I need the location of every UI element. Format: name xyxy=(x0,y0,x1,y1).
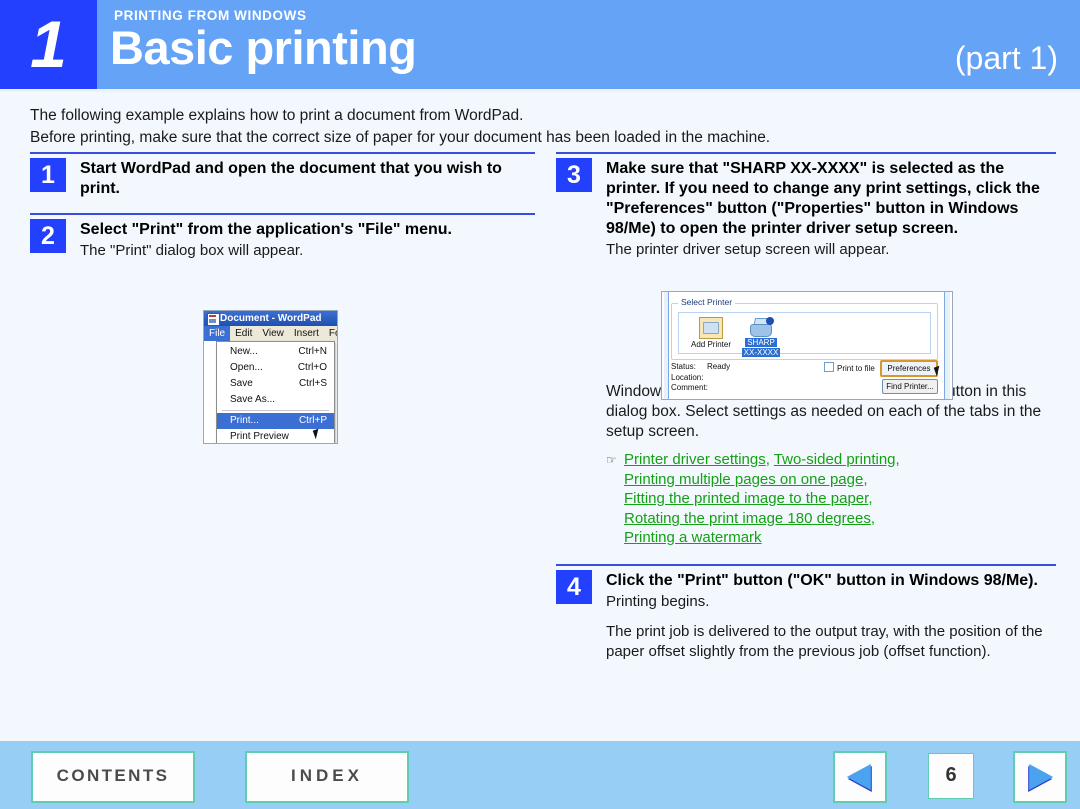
wordpad-menu-file: File xyxy=(204,326,231,341)
default-printer-check-icon xyxy=(766,317,774,325)
step-4-note: Printing begins. xyxy=(606,592,710,610)
file-menu-new-label: New... xyxy=(230,346,258,357)
step-2: 2 Select "Print" from the application's … xyxy=(30,213,535,261)
step-3: 3 Make sure that "SHARP XX-XXXX" is sele… xyxy=(556,152,1056,260)
dialog-right-edge xyxy=(944,292,950,399)
right-column: 3 Make sure that "SHARP XX-XXXX" is sele… xyxy=(556,152,1056,664)
intro-line-2: Before printing, make sure that the corr… xyxy=(30,129,771,146)
contents-button[interactable]: CONTENTS xyxy=(31,751,195,803)
sharp-printer-label-line2: XX-XXXX xyxy=(741,348,781,357)
sharp-printer-label-line1: SHARP xyxy=(745,338,777,347)
select-printer-label: Select Printer xyxy=(678,297,736,307)
step-3-number: 3 xyxy=(556,158,592,192)
next-page-button[interactable] xyxy=(1013,751,1067,803)
page-header: 1 PRINTING FROM WINDOWS Basic printing (… xyxy=(0,0,1080,89)
location-key: Location: xyxy=(671,372,704,382)
file-menu-print-preview-label: Print Preview xyxy=(230,431,289,442)
dialog-left-edge xyxy=(664,292,669,399)
wordpad-menu-edit: Edit xyxy=(235,328,253,339)
status-key: Status: xyxy=(671,362,696,371)
link-fitting-printed-image[interactable]: Fitting the printed image to the paper xyxy=(624,490,868,507)
wordpad-screenshot: Document - WordPad File Edit View Insert For… xyxy=(203,310,338,444)
header-part-label: (part 1) xyxy=(954,40,1058,76)
step-1: 1 Start WordPad and open the document th… xyxy=(30,152,535,199)
intro-text: The following example explains how to pr… xyxy=(30,105,1050,149)
step-4-title: Click the "Print" button ("OK" button in… xyxy=(606,571,1038,589)
link-two-sided-printing[interactable]: Two-sided printing xyxy=(774,451,896,468)
related-links: ☞ Printer driver settings, Two-sided pri… xyxy=(606,451,900,546)
checkbox-icon xyxy=(824,362,834,372)
right-arrow-icon xyxy=(1029,764,1054,790)
printer-item-sharp: SHARP XX-XXXX xyxy=(735,317,787,357)
step-4-rule xyxy=(556,563,1056,566)
printer-item-add-printer: Add Printer xyxy=(685,317,737,349)
file-menu-save-accel: Ctrl+S xyxy=(298,378,327,389)
print-to-file-label: Print to file xyxy=(837,364,875,373)
chapter-number: 1 xyxy=(0,0,97,89)
find-printer-button: Find Printer... xyxy=(882,379,938,394)
intro-line-1: The following example explains how to pr… xyxy=(30,107,524,124)
step-2-number: 2 xyxy=(30,219,66,253)
printer-listbox: Add Printer SHARP XX-XXXX xyxy=(678,312,931,357)
step-2-title: Select "Print" from the application's "F… xyxy=(80,221,452,238)
header-divider xyxy=(0,89,1080,92)
wordpad-menu-insert: Insert xyxy=(293,328,319,339)
left-arrow-icon xyxy=(846,764,871,790)
left-column: 1 Start WordPad and open the document th… xyxy=(30,152,535,263)
step-2-rule xyxy=(30,213,535,215)
file-menu-save-label: Save xyxy=(230,378,253,389)
link-printer-driver-settings[interactable]: Printer driver settings xyxy=(624,451,766,468)
step-2-note: The "Print" dialog box will appear. xyxy=(80,242,304,259)
link-printing-multiple-pages[interactable]: Printing multiple pages on one page xyxy=(624,471,863,488)
print-dialog-screenshot: Select Printer Add Printer SHARP XX-XXXX xyxy=(661,291,953,400)
file-menu-open-label: Open... xyxy=(230,362,263,373)
link-printing-watermark[interactable]: Printing a watermark xyxy=(624,529,762,546)
step-1-title: Start WordPad and open the document that… xyxy=(80,160,502,197)
wordpad-menubar: File Edit View Insert For xyxy=(204,326,337,342)
wordpad-titlebar: Document - WordPad xyxy=(204,311,337,326)
file-menu-print: Print... Ctrl+P xyxy=(217,413,334,429)
preferences-button: Preferences xyxy=(880,360,938,377)
file-menu-new-accel: Ctrl+N xyxy=(298,346,327,357)
link-rotating-print-image[interactable]: Rotating the print image 180 degrees xyxy=(624,510,871,527)
wordpad-menu-view: View xyxy=(262,328,284,339)
page-number: 6 xyxy=(928,753,974,799)
step-3-rule xyxy=(556,152,1056,154)
step-3-title: Make sure that "SHARP XX-XXXX" is select… xyxy=(606,160,1040,237)
wordpad-menu-format: For xyxy=(328,328,337,339)
print-to-file-checkbox: Print to file xyxy=(824,362,875,373)
file-menu-separator xyxy=(222,410,329,411)
step-4-note-2: The print job is delivered to the output… xyxy=(606,622,1043,660)
step-4: 4 Click the "Print" button ("OK" button … xyxy=(556,563,1056,662)
file-menu-save-as: Save As... xyxy=(217,392,334,408)
file-menu-new: New... Ctrl+N xyxy=(217,344,334,360)
select-printer-group: Select Printer Add Printer SHARP XX-XXXX xyxy=(671,297,938,360)
printer-body-shape xyxy=(750,324,772,337)
add-printer-icon xyxy=(699,317,723,339)
step-3-note: The printer driver setup screen will app… xyxy=(606,241,890,258)
status-value: Ready xyxy=(707,362,731,371)
page-footer: CONTENTS INDEX 6 xyxy=(0,741,1080,809)
previous-page-button[interactable] xyxy=(833,751,887,803)
step-1-number: 1 xyxy=(30,158,66,192)
printer-icon xyxy=(748,317,774,337)
step-1-rule xyxy=(30,152,535,154)
page-title: Basic printing xyxy=(110,21,417,74)
file-menu-save: Save Ctrl+S xyxy=(217,376,334,392)
file-menu-save-as-label: Save As... xyxy=(230,394,276,405)
wordpad-app-icon xyxy=(207,313,220,326)
comment-key: Comment: xyxy=(671,383,708,392)
wordpad-title-text: Document - WordPad xyxy=(220,313,322,324)
add-printer-label: Add Printer xyxy=(690,340,732,349)
index-button[interactable]: INDEX xyxy=(245,751,409,803)
file-menu-print-label: Print... xyxy=(230,415,259,426)
file-menu-open-accel: Ctrl+O xyxy=(297,362,327,373)
pointing-hand-icon: ☞ xyxy=(606,453,617,467)
step-4-number: 4 xyxy=(556,569,592,604)
file-menu-print-accel: Ctrl+P xyxy=(298,415,327,426)
file-menu-open: Open... Ctrl+O xyxy=(217,360,334,376)
